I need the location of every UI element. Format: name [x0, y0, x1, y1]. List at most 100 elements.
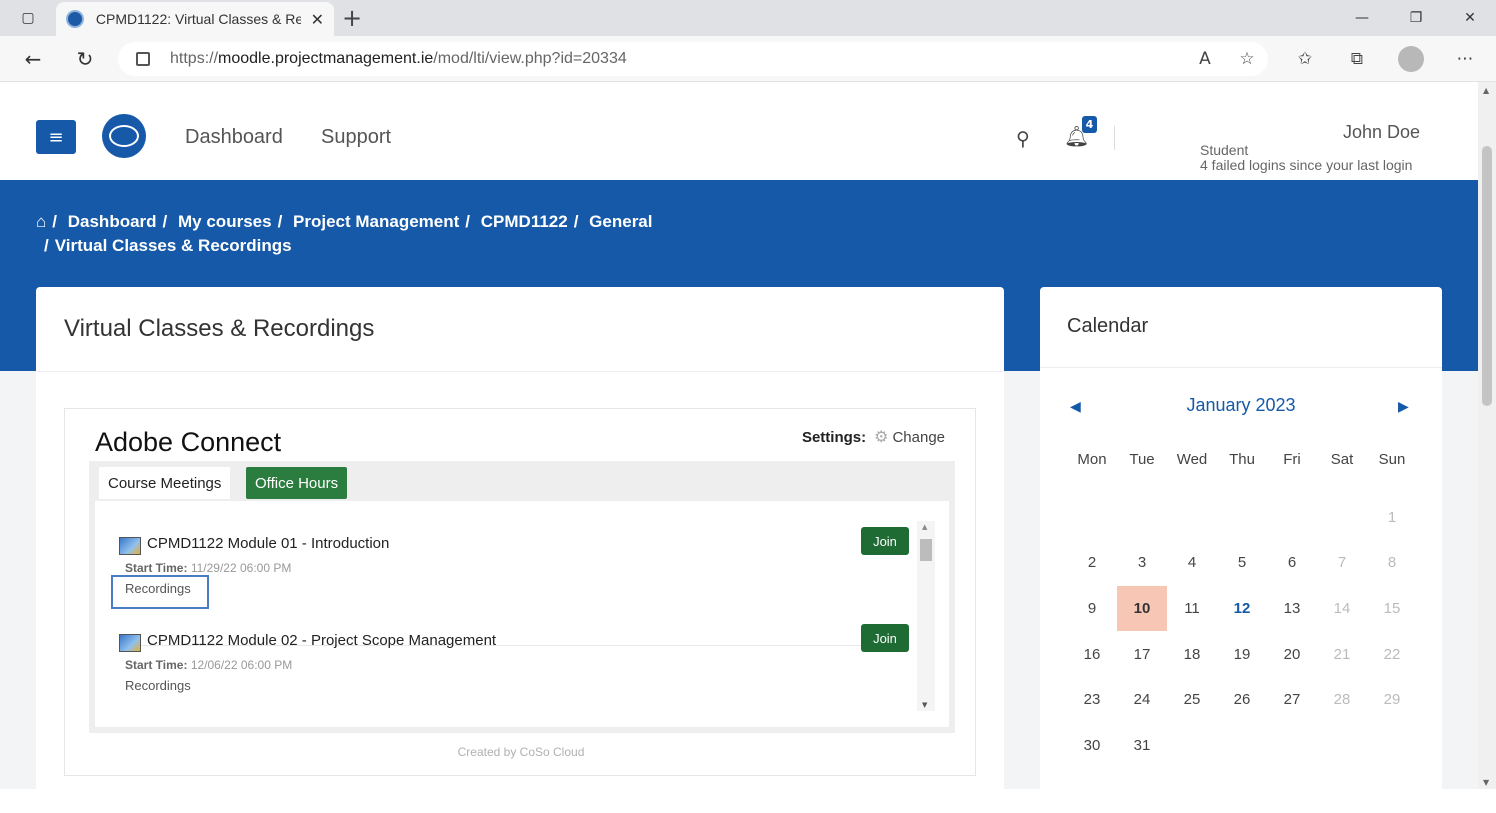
calendar-day[interactable]: 1 [1367, 495, 1417, 541]
page-scroll-up-icon[interactable]: ▲ [1483, 86, 1489, 95]
calendar-day[interactable]: 21 [1317, 631, 1367, 677]
header-divider [1114, 126, 1115, 150]
calendar-day[interactable]: 22 [1367, 631, 1417, 677]
calendar-day[interactable]: 8 [1367, 540, 1417, 586]
calendar-weekday: Fri [1283, 451, 1301, 468]
recordings-link[interactable]: Recordings [125, 678, 191, 693]
calendar-day[interactable]: 29 [1367, 677, 1417, 723]
calendar-day[interactable]: 3 [1117, 540, 1167, 586]
scroll-up-icon[interactable]: ▲ [922, 523, 927, 531]
recordings-link[interactable]: Recordings [125, 581, 191, 596]
breadcrumb-dashboard[interactable]: Dashboard [68, 212, 157, 231]
lock-icon [136, 52, 150, 66]
address-toolbar: ← ↻ https://moodle.projectmanagement.ie/… [0, 36, 1496, 82]
minimize-icon[interactable]: — [1342, 0, 1382, 36]
calendar-day[interactable]: 4 [1167, 540, 1217, 586]
favorites-icon[interactable]: ✩ [1292, 46, 1318, 72]
calendar-weekday: Wed [1176, 451, 1208, 468]
join-button[interactable]: Join [861, 527, 909, 555]
restore-icon[interactable]: ❐ [1396, 0, 1436, 36]
calendar-day[interactable]: 7 [1317, 540, 1367, 586]
breadcrumb: ⌂ / Dashboard / My courses / Project Manage… [36, 212, 653, 255]
meeting-title[interactable]: CPMD1122 Module 02 - Project Scope Manag… [147, 632, 496, 649]
page-scroll-thumb[interactable] [1482, 146, 1492, 406]
close-tab-icon[interactable]: ✕ [311, 10, 324, 29]
close-window-icon[interactable]: ✕ [1450, 0, 1490, 36]
search-icon[interactable]: ⚲ [1016, 128, 1030, 150]
site-favicon-icon [66, 10, 84, 28]
calendar-day[interactable]: 17 [1117, 631, 1167, 677]
back-icon[interactable]: ← [18, 44, 48, 74]
calendar-day[interactable]: 11 [1167, 586, 1217, 632]
calendar-day[interactable]: 28 [1317, 677, 1367, 723]
calendar-day[interactable]: 9 [1067, 586, 1117, 632]
calendar-day[interactable]: 15 [1367, 586, 1417, 632]
nav-support[interactable]: Support [321, 126, 391, 149]
calendar-day[interactable]: 20 [1267, 631, 1317, 677]
more-icon[interactable]: ⋯ [1452, 46, 1478, 72]
home-icon[interactable]: ⌂ [36, 212, 46, 231]
calendar-day[interactable]: 31 [1117, 723, 1167, 769]
list-scroll-thumb[interactable] [920, 539, 932, 561]
created-by-footer: Created by CoSo Cloud [457, 745, 585, 759]
calendar-day[interactable]: 24 [1117, 677, 1167, 723]
tab-office-hours[interactable]: Office Hours [246, 467, 348, 499]
gear-icon[interactable]: ⚙ [874, 427, 888, 447]
site-logo[interactable] [102, 114, 146, 158]
meetings-tabs: Course Meetings Office Hours CPMD1122 Mo… [89, 461, 955, 733]
read-aloud-icon[interactable]: A [1192, 46, 1218, 72]
page-scroll-down-icon[interactable]: ▼ [1483, 778, 1489, 787]
page-scrollbar[interactable]: ▲ ▼ [1478, 82, 1496, 789]
calendar-weekday: Tue [1129, 451, 1155, 468]
calendar-day[interactable]: 6 [1267, 540, 1317, 586]
calendar-empty-cell [1217, 495, 1267, 541]
breadcrumb-project-management[interactable]: Project Management [293, 212, 459, 231]
calendar-day[interactable]: 10 [1117, 585, 1167, 632]
calendar-month[interactable]: January 2023 [1040, 395, 1442, 416]
breadcrumb-my-courses[interactable]: My courses [178, 212, 272, 231]
calendar-day[interactable]: 5 [1217, 540, 1267, 586]
scroll-down-icon[interactable]: ▼ [922, 701, 927, 709]
new-tab-icon[interactable]: + [342, 4, 362, 32]
join-button[interactable]: Join [861, 624, 909, 652]
meeting-icon [119, 634, 141, 652]
calendar-day[interactable]: 14 [1317, 586, 1367, 632]
calendar-day[interactable]: 26 [1217, 677, 1267, 723]
calendar-day[interactable]: 2 [1067, 540, 1117, 586]
user-name[interactable]: John Doe [1343, 122, 1420, 143]
nav-dashboard[interactable]: Dashboard [185, 126, 283, 149]
calendar-day[interactable]: 25 [1167, 677, 1217, 723]
calendar-weekday: Sun [1378, 451, 1406, 468]
browser-tab[interactable]: CPMD1122: Virtual Classes & Re ✕ [56, 2, 334, 36]
calendar-day[interactable]: 12 [1217, 586, 1267, 632]
collections-icon[interactable]: ⧉ [1344, 46, 1370, 72]
calendar-day[interactable]: 13 [1267, 586, 1317, 632]
calendar-day[interactable]: 30 [1067, 723, 1117, 769]
tab-actions-icon[interactable]: ▢ [8, 0, 48, 36]
meeting-title[interactable]: CPMD1122 Module 01 - Introduction [147, 535, 389, 552]
calendar-day[interactable]: 23 [1067, 677, 1117, 723]
list-scrollbar[interactable]: ▲ ▼ [917, 521, 935, 711]
next-month-icon[interactable]: ▶ [1398, 399, 1409, 415]
tab-course-meetings[interactable]: Course Meetings [99, 467, 231, 499]
url-bar[interactable]: https://moodle.projectmanagement.ie/mod/… [118, 42, 1268, 76]
calendar-day[interactable]: 19 [1217, 631, 1267, 677]
settings-row: Settings: ⚙ Change [802, 427, 945, 447]
breadcrumb-general[interactable]: General [589, 212, 652, 231]
refresh-icon[interactable]: ↻ [70, 44, 100, 74]
page-title: Virtual Classes & Recordings [64, 315, 375, 342]
calendar-day[interactable]: 27 [1267, 677, 1317, 723]
calendar-empty-cell [1067, 495, 1117, 541]
page-content: ≡ Dashboard Support ⚲ 🔔︎ 4 John Doe Stud… [0, 82, 1478, 789]
add-favorite-icon[interactable]: ☆ [1234, 46, 1260, 72]
breadcrumb-course[interactable]: CPMD1122 [481, 212, 568, 231]
meeting-start-time: Start Time: 12/06/22 06:00 PM [125, 658, 293, 672]
calendar-day[interactable]: 16 [1067, 631, 1117, 677]
calendar-day[interactable]: 18 [1167, 631, 1217, 677]
calendar-empty-cell [1167, 495, 1217, 541]
breadcrumb-current[interactable]: Virtual Classes & Recordings [55, 236, 292, 255]
menu-icon[interactable]: ≡ [36, 120, 76, 154]
profile-icon[interactable] [1398, 46, 1424, 72]
calendar-weekday: Mon [1077, 451, 1107, 468]
settings-change-link[interactable]: Change [892, 429, 945, 446]
